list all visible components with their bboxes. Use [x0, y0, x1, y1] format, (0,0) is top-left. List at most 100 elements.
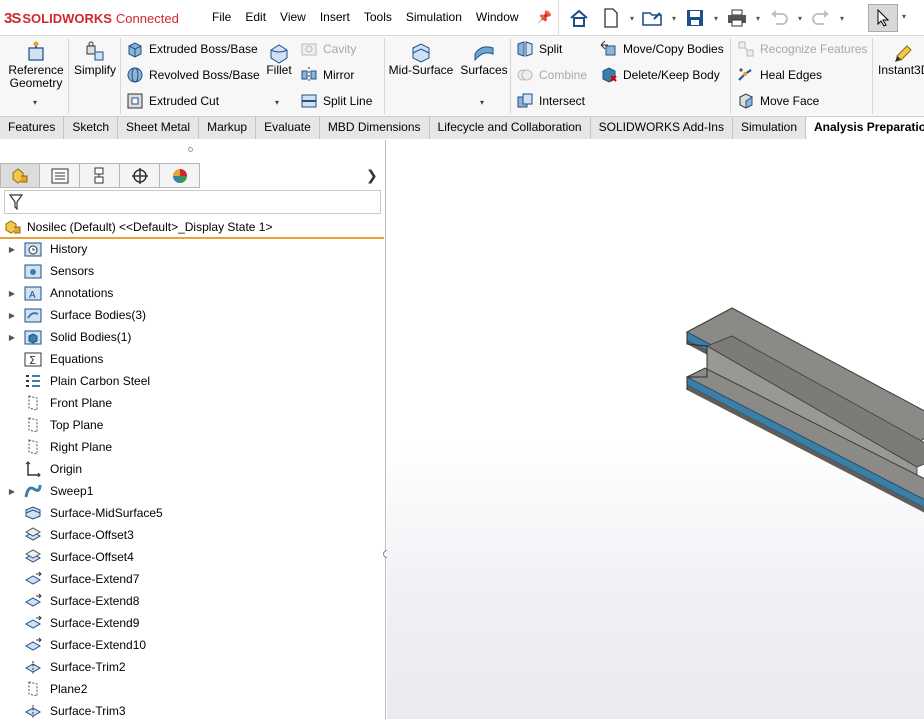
solidworks-logo[interactable]: 3S SOLIDWORKS Connected — [4, 8, 179, 28]
tab-simulation[interactable]: Simulation — [732, 117, 807, 139]
move-face-button[interactable]: Move Face — [737, 90, 819, 112]
tree-item[interactable]: Surface-Trim3 — [0, 700, 384, 719]
tree-item[interactable]: Surface-Offset3 — [0, 524, 384, 546]
mid-surface-button[interactable]: Mid-Surface — [388, 38, 454, 77]
tree-item[interactable]: ▶ History — [0, 238, 384, 260]
tree-item[interactable]: ▶ Sweep1 — [0, 480, 384, 502]
surfaces-button[interactable]: Surfaces — [460, 38, 508, 77]
tab-solidworks-add-ins[interactable]: SOLIDWORKS Add-Ins — [590, 117, 733, 139]
tree-item[interactable]: Surface-Extend10 — [0, 634, 384, 656]
extruded-cut-button[interactable]: Extruded Cut — [126, 90, 219, 112]
tree-item[interactable]: Surface-Extend7 — [0, 568, 384, 590]
tab-features[interactable]: Features — [0, 117, 65, 139]
tree-filter-input[interactable] — [4, 190, 381, 214]
undo-dropdown-icon[interactable]: ▾ — [795, 14, 805, 23]
display-manager-tab-icon[interactable] — [160, 163, 200, 188]
redo-dropdown-icon[interactable]: ▾ — [837, 14, 847, 23]
select-cursor-button[interactable] — [868, 4, 898, 32]
reference-geometry-button[interactable]: Reference Geometry — [6, 38, 66, 90]
menu-window[interactable]: Window — [469, 10, 526, 24]
home-icon[interactable] — [563, 5, 595, 31]
menu-tools[interactable]: Tools — [357, 10, 399, 24]
expand-arrow-icon[interactable]: ▶ — [0, 487, 24, 496]
open-folder-icon[interactable] — [637, 5, 669, 31]
feature-manager-tab-icon[interactable] — [0, 163, 40, 188]
tree-item-label: Surface-Extend8 — [50, 594, 140, 608]
reference-geometry-dropdown-icon[interactable]: ▾ — [33, 98, 37, 107]
tree-item[interactable]: Surface-Offset4 — [0, 546, 384, 568]
tab-sketch[interactable]: Sketch — [64, 117, 119, 139]
undo-icon[interactable] — [763, 5, 795, 31]
tab-mbd-dimensions[interactable]: MBD Dimensions — [319, 117, 430, 139]
tab-sheet-metal[interactable]: Sheet Metal — [118, 117, 200, 139]
print-dropdown-icon[interactable]: ▾ — [753, 14, 763, 23]
menu-edit[interactable]: Edit — [238, 10, 273, 24]
heal-edges-button[interactable]: Heal Edges — [737, 64, 822, 86]
configuration-manager-tab-icon[interactable] — [80, 163, 120, 188]
tree-item[interactable]: Origin — [0, 458, 384, 480]
tree-item[interactable]: Plane2 — [0, 678, 384, 700]
tree-root-part[interactable]: Nosilec (Default) <<Default>_Display Sta… — [0, 216, 384, 239]
property-manager-tab-icon[interactable] — [40, 163, 80, 188]
new-document-icon[interactable] — [595, 5, 627, 31]
revolved-boss-button[interactable]: Revolved Boss/Base — [126, 64, 260, 86]
redo-icon[interactable] — [805, 5, 837, 31]
split-button[interactable]: Split — [516, 38, 562, 60]
tree-item[interactable]: Front Plane — [0, 392, 384, 414]
intersect-button[interactable]: Intersect — [516, 90, 585, 112]
split-line-button[interactable]: Split Line — [300, 90, 372, 112]
recognize-features-button[interactable]: Recognize Features — [737, 38, 867, 60]
fillet-button[interactable]: Fillet — [262, 38, 296, 77]
offset-surface-icon — [24, 526, 50, 544]
surfaces-dropdown-icon[interactable]: ▾ — [480, 98, 484, 107]
panel-expand-chevron-icon[interactable]: ❯ — [366, 167, 378, 184]
pin-menu-icon[interactable]: 📌 — [537, 10, 552, 24]
tree-item[interactable]: Right Plane — [0, 436, 384, 458]
expand-arrow-icon[interactable]: ▶ — [0, 245, 24, 254]
tab-markup[interactable]: Markup — [199, 117, 257, 139]
tree-item[interactable]: Surface-Trim2 — [0, 656, 384, 678]
tree-item[interactable]: Top Plane — [0, 414, 384, 436]
menu-view[interactable]: View — [273, 10, 313, 24]
mirror-button[interactable]: Mirror — [300, 64, 354, 86]
tree-item[interactable]: Plain Carbon Steel — [0, 370, 384, 392]
cavity-button[interactable]: Cavity — [300, 38, 356, 60]
extruded-boss-button[interactable]: Extruded Boss/Base — [126, 38, 258, 60]
expand-arrow-icon[interactable]: ▶ — [0, 311, 24, 320]
tree-item[interactable]: Surface-MidSurface5 — [0, 502, 384, 524]
tree-item[interactable]: Surface-Extend9 — [0, 612, 384, 634]
tree-item[interactable]: ▶ Surface Bodies(3) — [0, 304, 384, 326]
open-dropdown-icon[interactable]: ▾ — [669, 14, 679, 23]
select-dropdown-icon[interactable]: ▾ — [902, 12, 906, 21]
tree-item[interactable]: Sensors — [0, 260, 384, 282]
tree-item[interactable]: Σ Equations — [0, 348, 384, 370]
new-dropdown-icon[interactable]: ▾ — [627, 14, 637, 23]
tree-item-label: Surface-Extend10 — [50, 638, 147, 652]
tab-evaluate[interactable]: Evaluate — [256, 117, 320, 139]
tab-analysis-preparation[interactable]: Analysis Preparation — [806, 117, 924, 139]
menu-simulation[interactable]: Simulation — [399, 10, 469, 24]
extruded-boss-label: Extruded Boss/Base — [149, 42, 258, 56]
extruded-cut-label: Extruded Cut — [149, 94, 220, 108]
menu-insert[interactable]: Insert — [313, 10, 357, 24]
instant3d-button[interactable]: Instant3D — [878, 38, 924, 77]
delete-keep-body-button[interactable]: Delete/Keep Body — [600, 64, 720, 86]
expand-arrow-icon[interactable]: ▶ — [0, 333, 24, 342]
move-copy-bodies-button[interactable]: Move/Copy Bodies — [600, 38, 724, 60]
print-icon[interactable] — [721, 5, 753, 31]
expand-arrow-icon[interactable]: ▶ — [0, 289, 24, 298]
fillet-dropdown-icon[interactable]: ▾ — [275, 98, 279, 107]
tree-item[interactable]: ▶ Solid Bodies(1) — [0, 326, 384, 348]
i-beam-model[interactable] — [387, 140, 924, 719]
panel-grip-handle[interactable] — [188, 147, 193, 152]
dimxpert-manager-tab-icon[interactable] — [120, 163, 160, 188]
graphics-area[interactable] — [387, 140, 924, 719]
tree-item[interactable]: ▶ A Annotations — [0, 282, 384, 304]
menu-file[interactable]: File — [205, 10, 238, 24]
tab-lifecycle-collaboration[interactable]: Lifecycle and Collaboration — [429, 117, 591, 139]
simplify-button[interactable]: Simplify — [72, 38, 118, 77]
combine-button[interactable]: Combine — [516, 64, 587, 86]
save-icon[interactable] — [679, 5, 711, 31]
tree-item[interactable]: Surface-Extend8 — [0, 590, 384, 612]
save-dropdown-icon[interactable]: ▾ — [711, 14, 721, 23]
